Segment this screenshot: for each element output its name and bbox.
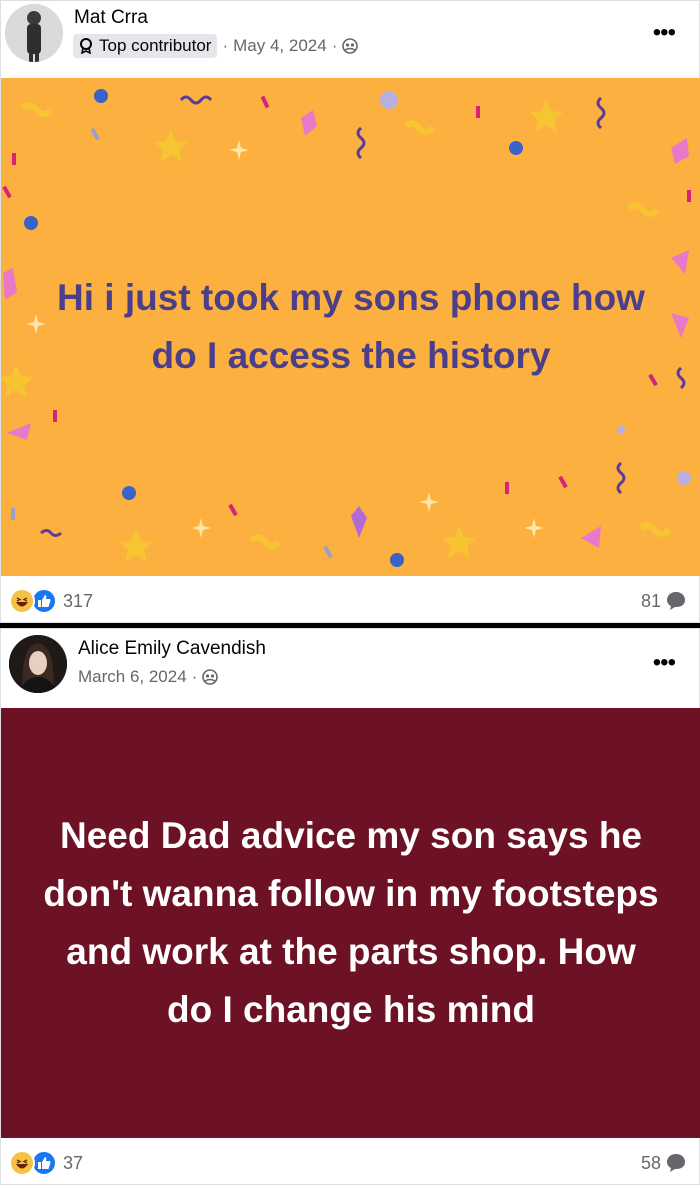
badge-label: Top contributor <box>99 36 212 55</box>
post-text: Need Dad advice my son says he don't wan… <box>43 815 659 1030</box>
post-banner: Hi i just took my sons phone how do I ac… <box>1 78 700 576</box>
more-options-button[interactable]: ••• <box>653 651 676 675</box>
author-name[interactable]: Mat Crra <box>74 7 148 29</box>
reaction-count: 37 <box>63 1152 84 1173</box>
comment-count-button[interactable]: 58 <box>641 1152 687 1174</box>
comment-count-button[interactable]: 81 <box>641 590 687 612</box>
author-name[interactable]: Alice Emily Cavendish <box>78 638 266 660</box>
post-meta: Top contributor · May 4, 2024 · <box>73 34 359 58</box>
post-date[interactable]: May 4, 2024 <box>233 36 327 56</box>
avatar[interactable] <box>9 635 67 693</box>
meta-separator: · <box>191 667 198 686</box>
post-date[interactable]: March 6, 2024 <box>78 667 187 687</box>
top-contributor-badge[interactable]: Top contributor <box>73 34 218 58</box>
haha-reaction-icon <box>9 1150 35 1176</box>
post-meta: March 6, 2024 · <box>78 667 219 687</box>
comment-icon <box>667 1154 685 1172</box>
comment-count: 81 <box>640 590 661 611</box>
meta-separator: · <box>222 36 229 55</box>
avatar[interactable] <box>5 4 63 62</box>
haha-reaction-icon <box>9 588 35 614</box>
post-card: Alice Emily Cavendish March 6, 2024 · ••… <box>0 628 700 1185</box>
post-banner: Need Dad advice my son says he don't wan… <box>1 708 700 1138</box>
comment-count: 58 <box>640 1152 661 1173</box>
post-footer: 317 81 <box>1 578 699 624</box>
meta-separator: · <box>331 36 338 55</box>
badge-icon <box>80 38 92 54</box>
friends-icon[interactable] <box>202 669 219 685</box>
reaction-summary[interactable]: 317 <box>9 588 93 614</box>
post-footer: 37 58 <box>1 1140 699 1186</box>
more-options-button[interactable]: ••• <box>653 21 676 45</box>
post-text: Hi i just took my sons phone how do I ac… <box>57 277 645 376</box>
reaction-count: 317 <box>63 590 94 611</box>
comment-icon <box>667 592 685 610</box>
avatar-image <box>9 635 67 693</box>
reaction-summary[interactable]: 37 <box>9 1150 83 1176</box>
avatar-image <box>5 4 63 62</box>
post-card: Mat Crra Top contributor · May 4, 2024 ·… <box>0 0 700 623</box>
friends-icon[interactable] <box>342 38 359 54</box>
